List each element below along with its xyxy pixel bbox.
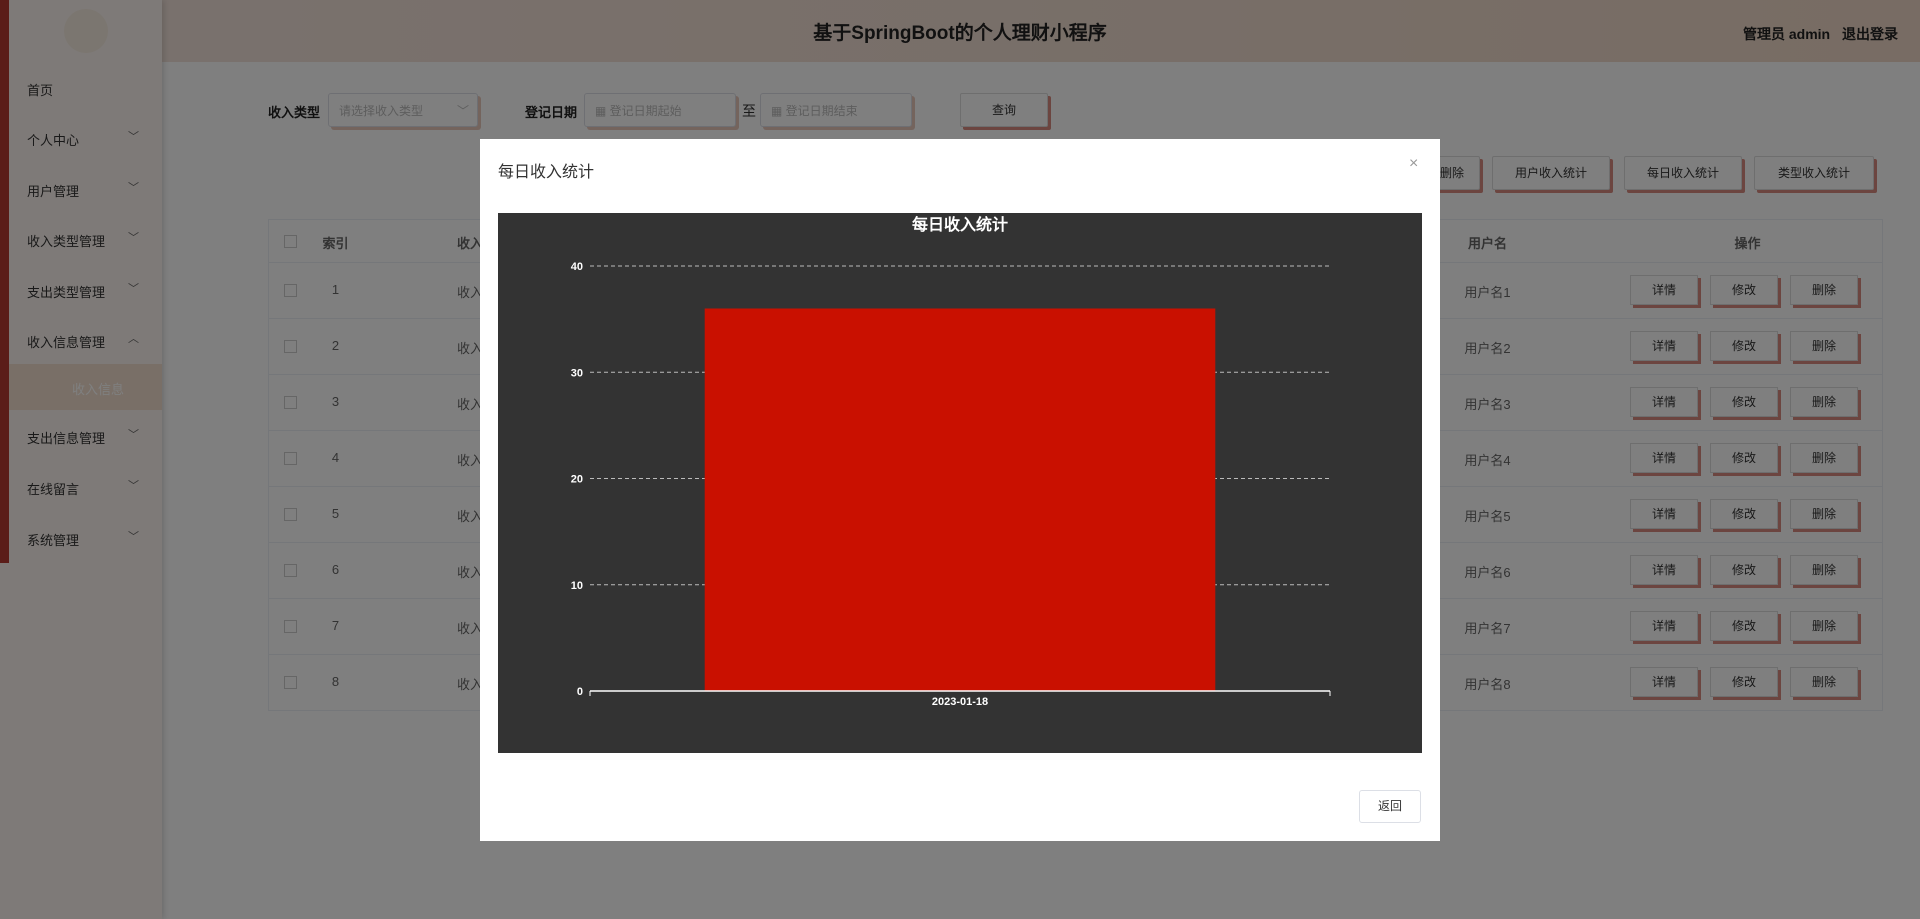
- bar: [704, 308, 1216, 691]
- y-tick-label: 0: [577, 686, 583, 698]
- back-button[interactable]: 返回: [1359, 790, 1421, 823]
- dialog-title: 每日收入统计: [498, 164, 595, 181]
- y-tick-label: 40: [571, 261, 583, 273]
- x-tick-label: 2023-01-18: [932, 696, 988, 708]
- bar-chart: 每日收入统计 0 10 20 30 40 2023-01-18: [571, 215, 1331, 708]
- y-tick-label: 30: [571, 367, 583, 379]
- y-tick-label: 10: [571, 580, 583, 592]
- chart-container: 每日收入统计 0 10 20 30 40 2023-01-18: [498, 213, 1422, 753]
- chart-title: 每日收入统计: [912, 215, 1008, 234]
- daily-income-stats-dialog: 每日收入统计 × 每日收入统计 0 10 20 30 40 2023-01-18 返回: [480, 139, 1440, 841]
- y-tick-label: 20: [571, 474, 583, 486]
- close-icon[interactable]: ×: [1409, 155, 1418, 173]
